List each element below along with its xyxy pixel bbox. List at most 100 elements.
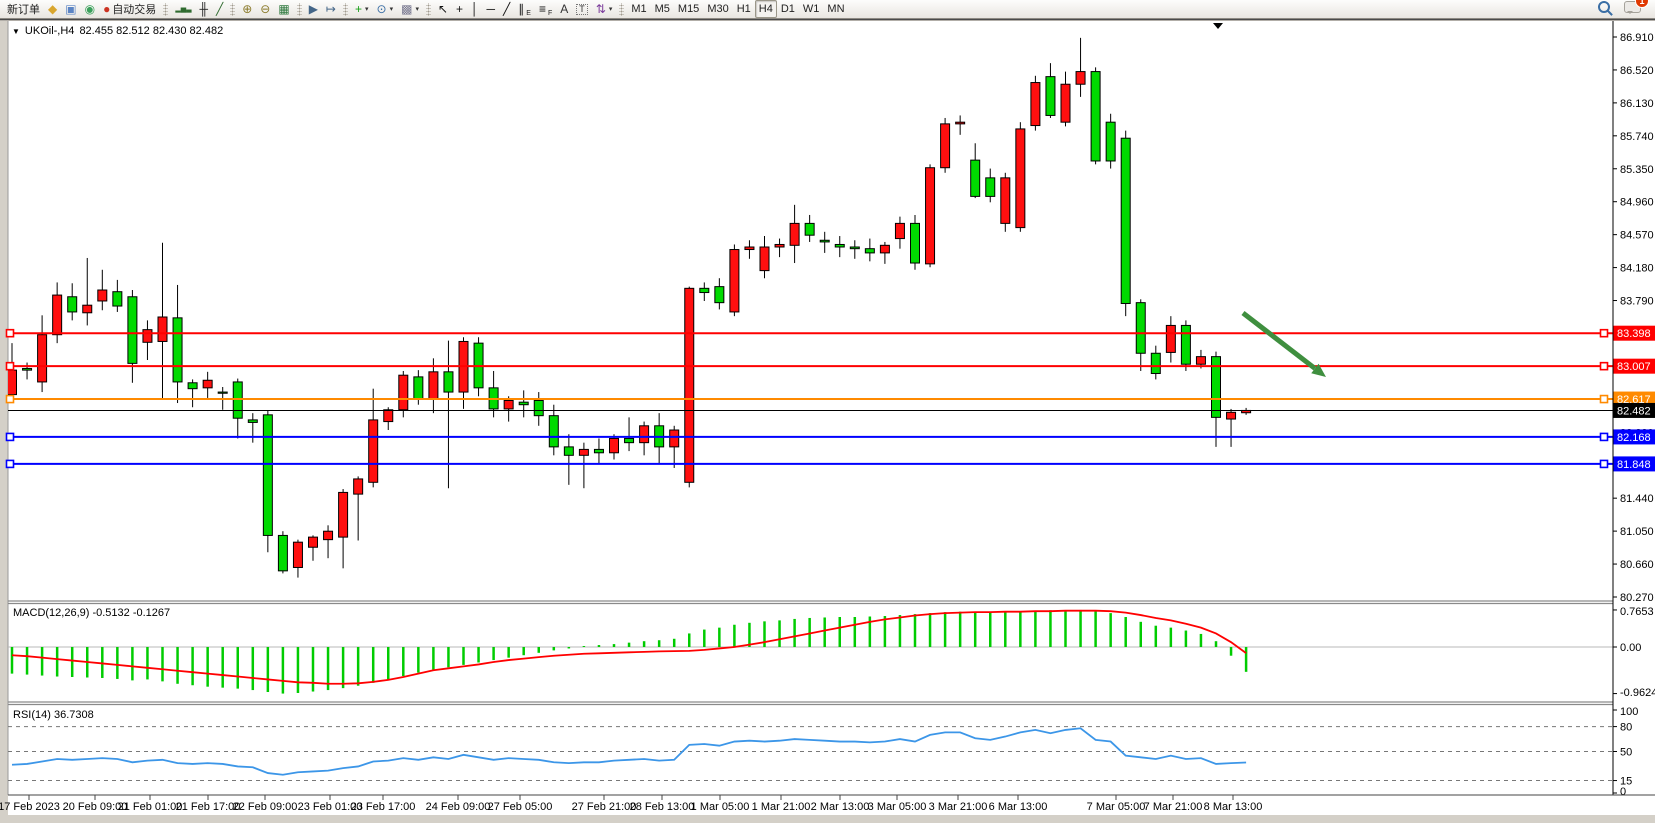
candle-bull <box>429 372 438 399</box>
candle-bear <box>564 447 573 455</box>
toolbar-group: +▾⊙▾▩▾ <box>351 0 423 18</box>
tf-h4-button[interactable]: H4 <box>755 0 777 18</box>
candle-bear <box>805 223 814 235</box>
terminal-icon[interactable]: ▣ <box>61 0 80 18</box>
autotrading-button[interactable]: ●自动交易 <box>99 0 160 18</box>
tf-m15-button[interactable]: M15 <box>674 0 703 18</box>
equidistant-channel-icon[interactable]: ∥E <box>514 0 535 18</box>
candle-bear <box>715 287 724 303</box>
candle-bear <box>1151 353 1160 373</box>
chevron-down-icon[interactable]: ▾ <box>390 5 394 13</box>
tf-m1-button[interactable]: M1 <box>627 0 650 18</box>
candle-bull <box>1031 83 1040 126</box>
candle-bear <box>1136 303 1145 354</box>
time-tick-label: 2 Mar 13:00 <box>811 801 870 813</box>
chart-shift-icon[interactable]: ↦ <box>322 0 340 18</box>
tf-d1-button[interactable]: D1 <box>777 0 799 18</box>
line-anchor-handle[interactable] <box>1601 363 1608 370</box>
tf-m15-button-label: M15 <box>678 3 699 15</box>
horizontal-line-icon[interactable]: ─ <box>483 0 500 18</box>
templates-button[interactable]: ▩▾ <box>397 0 423 18</box>
candle-bear <box>850 247 859 249</box>
candle-bear <box>218 392 227 393</box>
candle-bear <box>835 244 844 247</box>
time-tick-label: 8 Mar 13:00 <box>1204 801 1263 813</box>
rsi-tick-label: 100 <box>1620 706 1638 718</box>
price-tick-label: 81.050 <box>1620 526 1654 538</box>
candle-bull <box>98 290 107 301</box>
fibonacci-icon[interactable]: ≡F <box>535 0 556 18</box>
candle-bull <box>38 335 47 382</box>
candle-bull <box>339 492 348 537</box>
price-tick-label: 86.520 <box>1620 65 1654 77</box>
new-order-button[interactable]: 新订单 <box>3 0 44 18</box>
tf-m30-button-label: M30 <box>707 3 728 15</box>
price-tick-label: 86.130 <box>1620 98 1654 110</box>
signals-icon[interactable]: ◉ <box>81 0 99 18</box>
search-icon[interactable] <box>1598 1 1610 13</box>
toolbar-grip <box>426 3 431 16</box>
line-anchor-handle[interactable] <box>1601 330 1608 337</box>
tf-m1-button-label: M1 <box>631 3 646 15</box>
candle-bull <box>309 537 318 547</box>
autotrading-button-label: 自动交易 <box>112 1 156 17</box>
trendline-icon[interactable]: ╱ <box>499 0 514 18</box>
candle-bear <box>113 292 122 306</box>
search-icon[interactable] <box>1598 0 1610 18</box>
time-tick-label: 22 Feb 09:00 <box>233 801 298 813</box>
text-icon[interactable]: A <box>556 0 572 18</box>
chevron-down-icon[interactable]: ▾ <box>609 5 613 13</box>
line-anchor-handle[interactable] <box>7 433 14 440</box>
time-tick-label: 28 Feb 13:00 <box>630 801 695 813</box>
candle-bull <box>293 542 302 567</box>
candle-bull <box>158 317 167 341</box>
line-anchor-handle[interactable] <box>7 396 14 403</box>
toolbar-group: ⊕⊖▦ <box>238 0 293 18</box>
tf-m30-button[interactable]: M30 <box>703 0 732 18</box>
notification-badge: 1 <box>1635 0 1649 8</box>
toolbar-grip <box>230 3 235 16</box>
chevron-down-icon[interactable]: ▾ <box>365 5 369 13</box>
line-anchor-handle[interactable] <box>7 363 14 370</box>
tf-w1-button[interactable]: W1 <box>799 0 824 18</box>
text-label-icon[interactable]: T <box>572 0 592 18</box>
auto-scroll-icon[interactable]: ▶ <box>305 0 322 18</box>
line-anchor-handle[interactable] <box>7 460 14 467</box>
line-anchor-handle[interactable] <box>1601 460 1608 467</box>
price-line-label-text: 83.007 <box>1617 361 1651 373</box>
toolbar-group: ▂▅▃╫╱ <box>171 0 227 18</box>
tf-h4-button-label: H4 <box>759 3 773 15</box>
chart-canvas[interactable]: 86.91086.52086.13085.74085.35084.96084.5… <box>0 0 1655 823</box>
tf-h1-button[interactable]: H1 <box>733 0 755 18</box>
line-anchor-handle[interactable] <box>1601 433 1608 440</box>
time-tick-label: 17 Feb 2023 <box>0 801 60 813</box>
chevron-down-icon[interactable]: ▾ <box>415 5 419 13</box>
rsi-tick-label: 50 <box>1620 747 1632 759</box>
candle-bull <box>790 223 799 245</box>
vertical-line-icon[interactable]: │ <box>467 0 483 18</box>
bar-chart-icon[interactable]: ▂▅▃ <box>171 0 195 18</box>
candle-bear <box>865 249 874 253</box>
tf-m5-button[interactable]: M5 <box>651 0 674 18</box>
line-anchor-handle[interactable] <box>1601 396 1608 403</box>
market-watch-icon[interactable]: ◆ <box>44 0 61 18</box>
zoom-out-icon[interactable]: ⊖ <box>256 0 274 18</box>
indicators-button[interactable]: +▾ <box>351 0 373 18</box>
periods-button[interactable]: ⊙▾ <box>373 0 398 18</box>
crosshair-icon[interactable]: + <box>452 0 467 18</box>
tile-windows-icon[interactable]: ▦ <box>274 0 293 18</box>
candle-bull <box>670 430 679 447</box>
candle-bear <box>444 372 453 392</box>
line-anchor-handle[interactable] <box>7 330 14 337</box>
tf-mn-button[interactable]: MN <box>823 0 848 18</box>
line-chart-icon[interactable]: ╱ <box>212 0 227 18</box>
macd-tick-label: 0.00 <box>1620 642 1641 654</box>
zoom-in-icon[interactable]: ⊕ <box>238 0 256 18</box>
cursor-icon[interactable]: ↖ <box>434 0 452 18</box>
candle-bull <box>53 295 62 335</box>
rsi-tick-label: 80 <box>1620 722 1632 734</box>
notifications-icon[interactable]: 1 <box>1624 0 1641 18</box>
time-tick-label: 24 Feb 09:00 <box>426 801 491 813</box>
arrows-icon[interactable]: ⇅▾ <box>592 0 617 18</box>
candlestick-chart-icon[interactable]: ╫ <box>195 0 212 18</box>
